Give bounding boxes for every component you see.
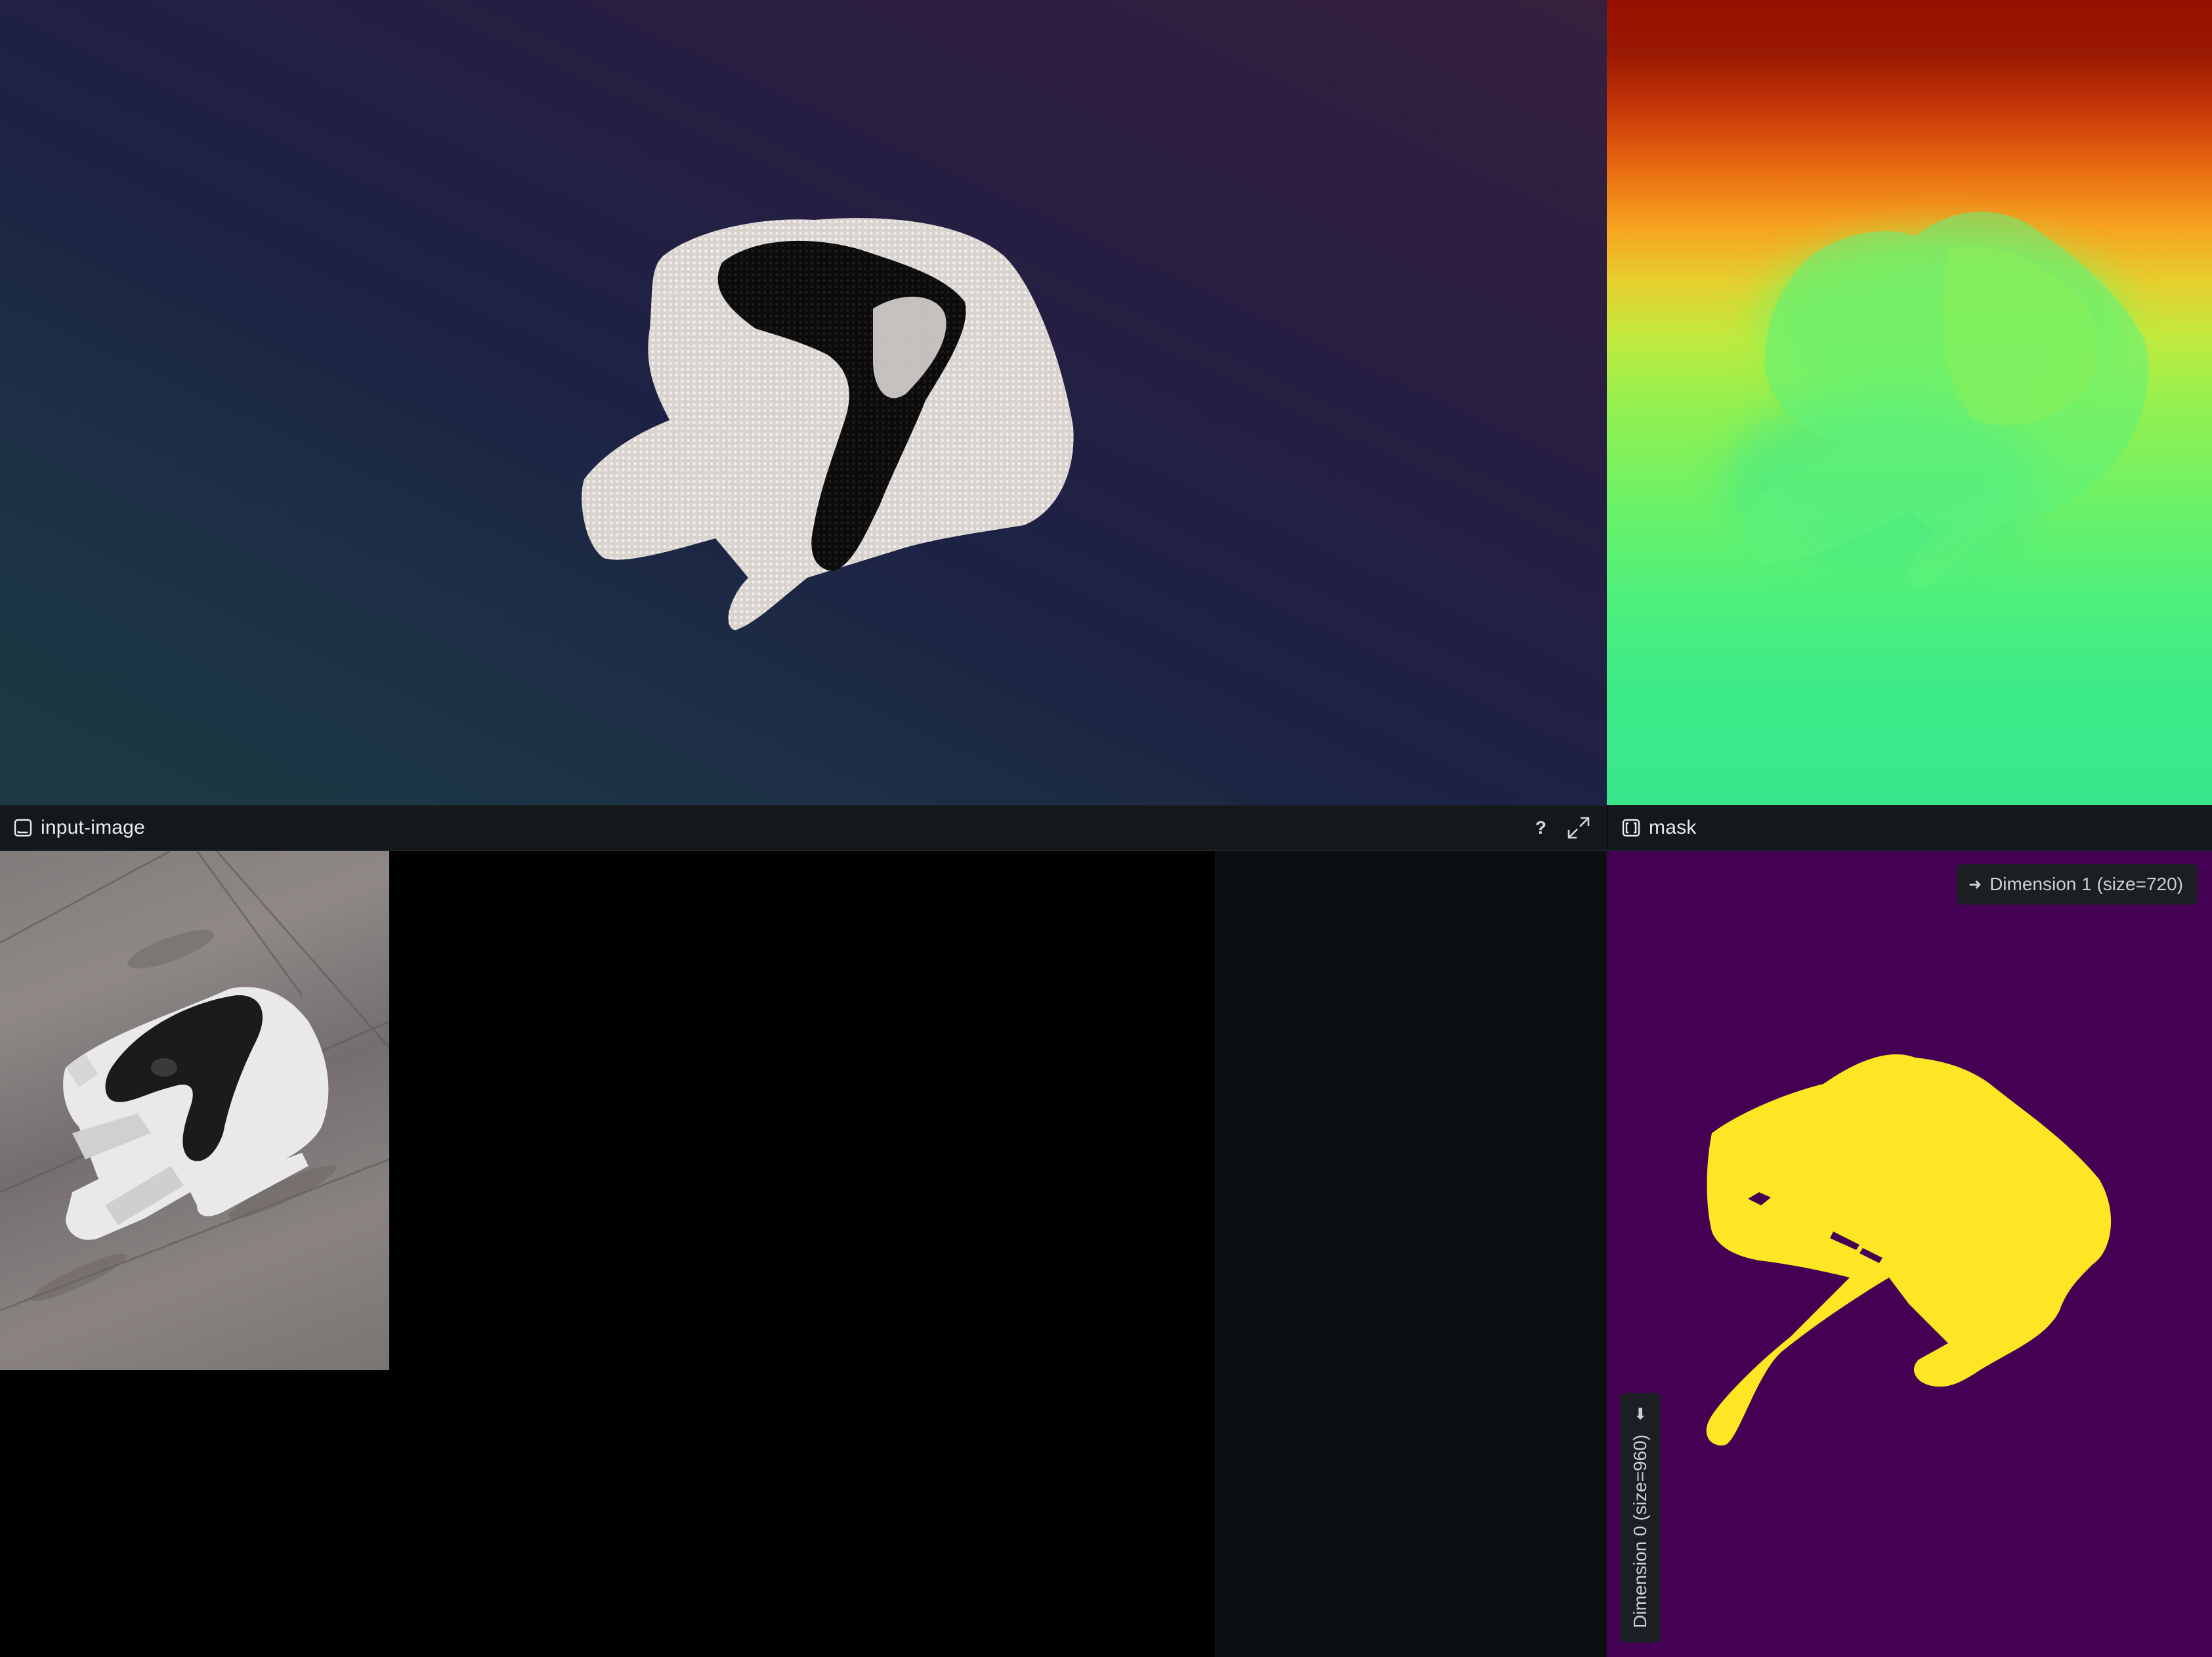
input-image — [0, 851, 389, 1370]
input-image-panel[interactable] — [0, 851, 1607, 1657]
mask-image — [1706, 1054, 2112, 1446]
maximize-icon[interactable] — [1566, 815, 1591, 840]
arrow-down-icon: ⬇ — [1633, 1406, 1648, 1424]
dimension-0-label: Dimension 0 (size=960) — [1630, 1434, 1650, 1628]
mask-panel-header: mask — [1607, 805, 2212, 851]
point-cloud-render — [582, 218, 1074, 630]
3d-view[interactable] — [0, 0, 1607, 805]
headset-photo — [0, 851, 389, 1312]
help-button[interactable]: ? — [1535, 817, 1546, 838]
arrow-right-icon: ➜ — [1968, 875, 1982, 893]
mask-panel-title[interactable]: mask — [1649, 817, 1696, 839]
tensor-panel-icon — [1620, 817, 1642, 839]
dimension-0-badge[interactable]: ⬇ Dimension 0 (size=960) — [1620, 1393, 1661, 1643]
depth-headset-shape — [1743, 211, 2149, 592]
panel-tools: ? — [1535, 815, 1591, 840]
input-image-panel-title[interactable]: input-image — [41, 817, 145, 839]
dimension-1-badge[interactable]: ➜ Dimension 1 (size=720) — [1956, 864, 2198, 905]
headset-point-cloud — [582, 218, 1074, 630]
depth-image-view[interactable] — [1607, 0, 2212, 805]
image-panel-icon — [12, 817, 34, 839]
mask-panel[interactable]: ➜ Dimension 1 (size=720) ⬇ Dimension 0 (… — [1607, 851, 2212, 1657]
image-canvas[interactable] — [0, 851, 1215, 1657]
input-image-panel-header: input-image ? — [0, 805, 1607, 851]
dimension-1-label: Dimension 1 (size=720) — [1989, 874, 2183, 894]
